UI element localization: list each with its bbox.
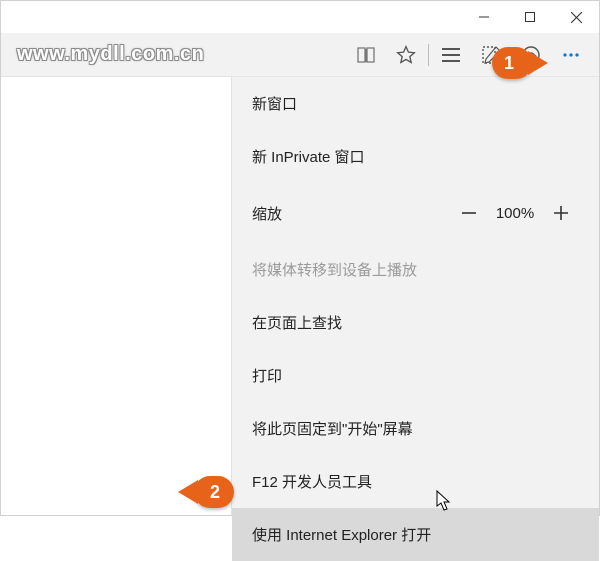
menu-new-window[interactable]: 新窗口 <box>232 77 599 130</box>
zoom-in-button[interactable] <box>543 195 579 231</box>
hub-icon <box>441 47 461 63</box>
close-icon <box>571 12 582 23</box>
star-icon <box>396 45 416 65</box>
zoom-value: 100% <box>487 205 543 222</box>
reading-view-button[interactable] <box>346 35 386 75</box>
zoom-label: 缩放 <box>252 203 451 224</box>
more-icon <box>561 45 581 65</box>
page-content <box>1 77 231 515</box>
more-button[interactable] <box>551 35 591 75</box>
hub-button[interactable] <box>431 35 471 75</box>
menu-cast-media: 将媒体转移到设备上播放 <box>232 243 599 296</box>
web-note-button[interactable] <box>471 35 511 75</box>
maximize-icon <box>525 12 535 22</box>
window-titlebar <box>1 1 599 33</box>
menu-find-on-page[interactable]: 在页面上查找 <box>232 296 599 349</box>
note-icon <box>481 45 501 65</box>
plus-icon <box>552 204 570 222</box>
share-icon <box>521 45 541 65</box>
edge-window: www.mydll.com.cn 新窗口 新 InPrivate 窗口 缩放 <box>0 0 600 516</box>
book-icon <box>356 46 376 64</box>
menu-pin-to-start[interactable]: 将此页固定到"开始"屏幕 <box>232 402 599 455</box>
more-menu: 新窗口 新 InPrivate 窗口 缩放 100% 将媒体转移到设备上播放 在… <box>231 77 599 515</box>
toolbar-divider <box>428 44 429 66</box>
content-area: 新窗口 新 InPrivate 窗口 缩放 100% 将媒体转移到设备上播放 在… <box>1 77 599 515</box>
maximize-button[interactable] <box>507 1 553 33</box>
favorite-button[interactable] <box>386 35 426 75</box>
menu-new-inprivate[interactable]: 新 InPrivate 窗口 <box>232 130 599 183</box>
close-button[interactable] <box>553 1 599 33</box>
minimize-icon <box>479 12 489 22</box>
browser-toolbar: www.mydll.com.cn <box>1 33 599 77</box>
menu-print[interactable]: 打印 <box>232 349 599 402</box>
menu-zoom: 缩放 100% <box>232 183 599 243</box>
menu-f12-devtools[interactable]: F12 开发人员工具 <box>232 455 599 508</box>
minus-icon <box>460 204 478 222</box>
zoom-out-button[interactable] <box>451 195 487 231</box>
share-button[interactable] <box>511 35 551 75</box>
minimize-button[interactable] <box>461 1 507 33</box>
address-bar-url[interactable]: www.mydll.com.cn <box>9 43 346 66</box>
